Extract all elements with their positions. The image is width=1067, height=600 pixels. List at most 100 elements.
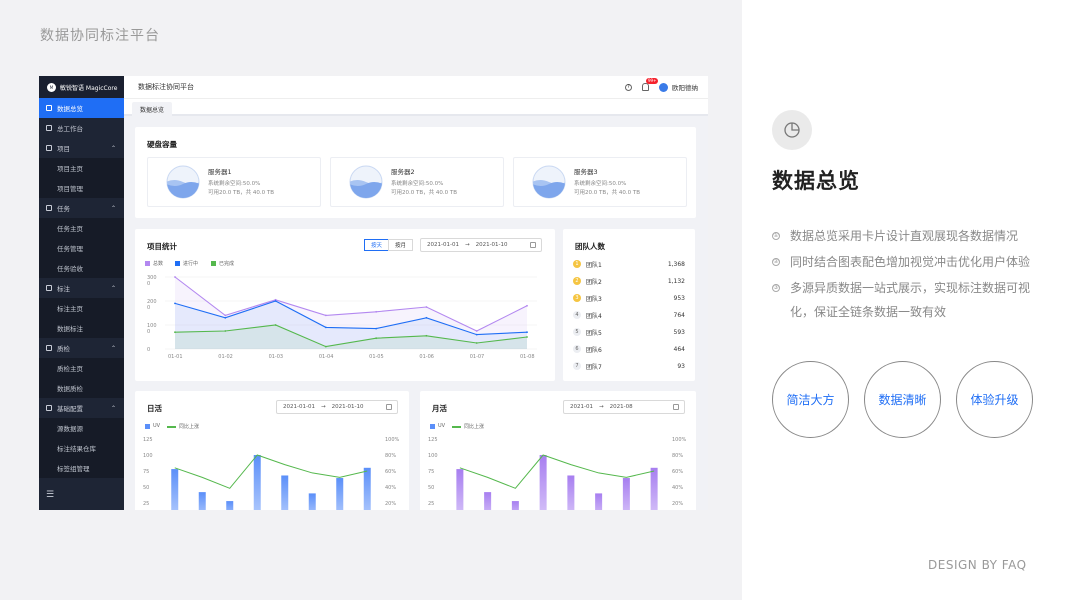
sidebar-item-label: 质检主页 [57,365,83,373]
sidebar-item[interactable]: 标签组管理 [39,458,124,478]
menu-icon [46,405,52,411]
tab-overview[interactable]: 数据总览 [132,102,173,117]
rank-badge: 6 [573,345,581,353]
footer-credit: DESIGN BY FAQ [928,558,1027,572]
bell-icon[interactable]: 99+ [642,78,659,91]
server-name: 服务器3 [574,168,598,176]
user-menu[interactable]: 欧阳德纳 [659,82,698,92]
data-point [425,316,428,319]
help-icon[interactable]: ? [625,83,632,91]
x-tick-label: 01-02 [218,354,233,360]
chevron-up-icon: ⌃ [110,144,116,152]
sidebar-item[interactable]: 任务主页 [39,218,124,238]
sidebar-item[interactable]: 任务管理 [39,238,124,258]
y-tick-label: 25 [143,501,149,507]
circle-clear: 数据清晰 [864,361,941,438]
sidebar-item[interactable]: 数据标注 [39,318,124,338]
date-from: 2021-01 [570,404,593,410]
month-toggle-button[interactable]: 按月 [388,239,413,251]
calendar-icon [386,404,392,410]
y-right-tick-label: 40% [385,485,396,491]
collapse-menu-icon[interactable]: ☰ [46,490,54,500]
bar [226,501,234,510]
data-point [425,334,428,337]
menu-icon [46,125,52,131]
section-title: 数据总览 [772,169,860,193]
data-point [475,333,478,336]
y-tick-label: 0 [147,281,150,287]
bar [484,492,492,510]
daily-date-range[interactable]: 2021-01-01 → 2021-01-10 [276,400,398,414]
sidebar-item[interactable]: 任务 ⌃ [39,198,124,218]
chevron-up-icon: ⌃ [110,284,116,292]
y-tick-label: 125 [143,437,153,443]
sidebar-item-label: 标注主页 [57,305,83,313]
rank-badge: 2 [573,277,581,285]
sidebar-item[interactable]: 标注 ⌃ [39,278,124,298]
day-toggle-button[interactable]: 按天 [364,239,389,251]
data-point [224,314,227,317]
monthly-title: 月活 [432,404,447,413]
sidebar-item[interactable]: 标注结果仓库 [39,438,124,458]
circle-simple: 简洁大方 [772,361,849,438]
rank-badge: 3 [573,294,581,302]
sidebar-item-label: 数据质检 [57,385,83,393]
sidebar-item-label: 任务验收 [57,265,83,273]
logo-icon: M [47,82,56,92]
sidebar-item-label: 任务管理 [57,245,83,253]
project-date-range[interactable]: 2021-01-01 → 2021-01-10 [420,238,542,252]
page-title: 数据标注协同平台 [138,83,194,91]
server-card: 服务器3 系统剩余空间:50.0% 可用20.0 TB，共 40.0 TB [513,157,687,207]
y-tick-label: 100 [428,453,438,459]
team-card: 团队人数 1 团队1 1,368 2 团队2 1,132 3 团队3 953 4 团队4 764 5 团队… [563,229,695,381]
bar [198,492,206,510]
date-to: 2021-01-10 [475,242,508,248]
sidebar-item-label: 标注结果仓库 [57,445,96,453]
sidebar-item[interactable]: 项目主页 [39,158,124,178]
feature-1: ① 数据总览采用卡片设计直观展现各数据情况 [772,229,1019,243]
logo: M 敏锐智语 MagicCore [39,76,124,98]
team-value: 953 [673,294,685,302]
sidebar-item[interactable]: 任务验收 [39,258,124,278]
sidebar-item[interactable]: 项目 ⌃ [39,138,124,158]
data-point [526,336,528,338]
server-avail: 可用20.0 TB，共 40.0 TB [208,190,275,196]
sidebar-item[interactable]: 数据质检 [39,378,124,398]
y-right-tick-label: 60% [385,469,396,475]
date-to: 2021-08 [609,404,633,410]
sidebar-item[interactable]: 源数据源 [39,418,124,438]
data-point [425,306,428,308]
sidebar-item[interactable]: 项目管理 [39,178,124,198]
y-tick-label: 50 [428,485,434,491]
rank-badge: 1 [573,260,581,268]
team-name: 团队7 [586,363,602,371]
sidebar-item[interactable]: 质检 ⌃ [39,338,124,358]
sidebar-item[interactable]: 基础配置 ⌃ [39,398,124,418]
team-row: 6 团队6 464 [573,343,685,355]
monthly-date-range[interactable]: 2021-01 → 2021-08 [563,400,685,414]
legend-yoy: 同比上涨 [167,423,199,430]
sidebar-item[interactable]: 质检主页 [39,358,124,378]
server-avail: 可用20.0 TB，共 40.0 TB [391,190,458,196]
chevron-up-icon: ⌃ [110,344,116,352]
y-tick-label: 0 [147,347,150,353]
sidebar-item[interactable]: 数据总览 [39,98,124,118]
bar [650,467,658,510]
data-point [274,300,277,302]
menu-icon [46,105,52,111]
data-point [274,324,277,326]
team-title: 团队人数 [575,242,605,251]
sidebar-item[interactable]: 标注主页 [39,298,124,318]
arrow-right-icon: → [320,404,326,410]
sidebar-item[interactable]: 总工作台 [39,118,124,138]
avatar [659,82,668,92]
legend-uv: UV [430,423,445,429]
team-name: 团队3 [586,295,602,303]
chevron-up-icon: ⌃ [110,404,116,412]
y-right-tick-label: 60% [672,469,683,475]
y-tick-label: 100 [143,453,153,459]
server-remain: 系统剩余空间:50.0% [574,181,627,187]
legend-ongoing: 进行中 [175,260,198,267]
data-point [375,337,378,340]
circled-number: ① [772,232,780,240]
